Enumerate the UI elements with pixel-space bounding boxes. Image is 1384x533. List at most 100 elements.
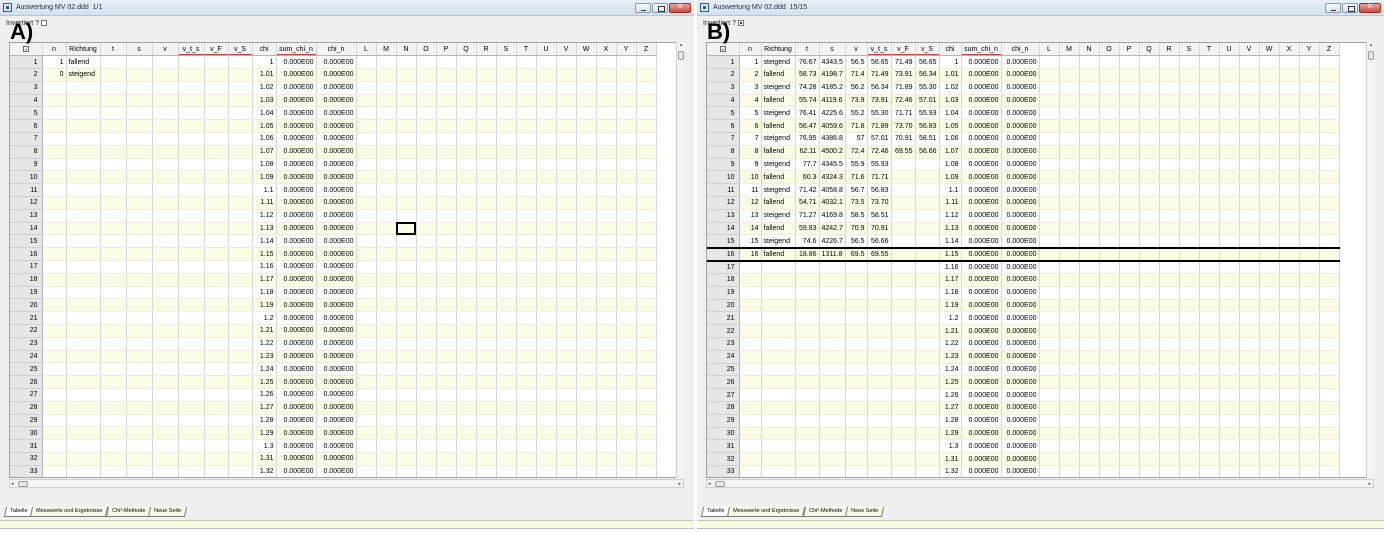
table-cell[interactable] [42,81,67,95]
table-cell[interactable] [1179,145,1200,159]
table-cell[interactable] [1099,299,1120,313]
table-cell[interactable] [596,311,617,326]
table-cell[interactable] [228,209,253,223]
table-cell[interactable] [739,273,762,287]
row-number[interactable]: 11 [707,183,740,198]
table-cell[interactable] [126,260,153,274]
table-cell[interactable] [536,132,557,146]
table-cell[interactable] [1159,158,1180,172]
table-cell[interactable]: 0.000E00 [316,106,357,121]
table-cell[interactable] [1099,222,1120,236]
table-cell[interactable] [1159,452,1180,466]
table-cell[interactable]: 0.000E00 [961,427,1002,441]
table-cell[interactable]: 4226.7 [819,234,846,249]
table-cell[interactable] [819,363,846,377]
table-cell[interactable]: 1.17 [939,273,962,287]
table-cell[interactable] [496,222,517,236]
table-cell[interactable] [516,209,537,223]
row-number[interactable]: 14 [707,222,740,236]
table-cell[interactable] [739,260,762,275]
table-cell[interactable] [739,299,762,313]
table-cell[interactable] [1199,311,1220,326]
table-cell[interactable] [596,81,617,95]
table-cell[interactable] [556,170,577,185]
table-cell[interactable] [1059,388,1080,403]
row-number[interactable]: 2 [707,68,740,82]
column-header-q[interactable]: Q [1139,43,1160,57]
table-cell[interactable] [456,183,477,198]
table-cell[interactable] [761,427,796,441]
table-cell[interactable]: 0.000E00 [1001,286,1040,300]
table-cell[interactable] [100,414,127,428]
table-cell[interactable] [819,324,846,339]
table-cell[interactable] [1279,106,1300,121]
table-cell[interactable] [1219,427,1240,441]
table-cell[interactable] [396,196,417,210]
table-cell[interactable] [1139,337,1160,351]
table-cell[interactable] [396,68,417,82]
table-cell[interactable] [1139,260,1160,275]
table-cell[interactable] [228,426,253,441]
table-cell[interactable] [436,222,457,236]
table-cell[interactable] [436,209,457,223]
table-cell[interactable] [536,337,557,351]
table-cell[interactable] [100,465,127,477]
table-cell[interactable] [1179,273,1200,287]
table-cell[interactable] [819,452,846,466]
table-cell[interactable] [416,158,437,172]
table-cell[interactable] [1139,183,1160,198]
table-cell[interactable] [1039,311,1060,326]
table-cell[interactable] [1059,273,1080,287]
table-cell[interactable]: 0.000E00 [1001,246,1040,262]
column-header-s[interactable]: s [819,43,846,57]
table-cell[interactable]: 0.000E00 [1001,196,1040,210]
scroll-thumb[interactable] [18,481,28,487]
row-number[interactable]: 19 [10,286,43,300]
table-cell[interactable]: 56.83 [915,119,940,134]
table-cell[interactable] [228,439,253,453]
row-number[interactable]: 17 [10,260,43,274]
table-cell[interactable] [152,55,179,70]
table-cell[interactable] [891,465,916,477]
table-cell[interactable] [126,273,153,287]
table-cell[interactable] [1259,55,1280,70]
table-cell[interactable] [1279,222,1300,236]
column-header-x[interactable]: X [596,43,617,57]
table-cell[interactable] [100,196,127,210]
table-cell[interactable] [1059,439,1080,454]
table-cell[interactable] [66,158,101,172]
table-cell[interactable] [204,286,229,300]
table-cell[interactable] [496,183,517,198]
column-header-y[interactable]: Y [1299,43,1320,57]
table-cell[interactable] [1059,119,1080,134]
table-cell[interactable]: 1.11 [939,196,962,210]
table-cell[interactable]: 1.16 [939,260,962,275]
table-cell[interactable] [126,145,153,159]
table-cell[interactable] [456,106,477,121]
table-cell[interactable] [178,337,205,351]
row-number[interactable]: 5 [707,106,740,121]
table-cell[interactable] [636,452,657,466]
table-cell[interactable]: 0.000E00 [1001,260,1040,275]
table-cell[interactable] [66,439,101,453]
table-cell[interactable] [204,170,229,185]
table-cell[interactable] [476,388,497,402]
table-cell[interactable] [915,170,940,185]
table-cell[interactable] [596,401,617,415]
table-cell[interactable] [228,132,253,146]
table-cell[interactable] [228,247,253,262]
table-cell[interactable] [636,388,657,402]
table-cell[interactable] [1039,388,1060,403]
table-cell[interactable] [1059,158,1080,172]
table-cell[interactable]: 55.93 [915,106,940,121]
table-cell[interactable] [556,119,577,134]
table-cell[interactable] [204,350,229,364]
table-cell[interactable]: 0.000E00 [316,119,357,134]
table-cell[interactable]: 73.91 [891,68,916,82]
table-cell[interactable] [1199,427,1220,441]
table-cell[interactable] [152,94,179,108]
table-cell[interactable] [1059,94,1080,108]
table-cell[interactable] [536,158,557,172]
table-cell[interactable] [1079,401,1100,415]
table-cell[interactable]: 1311.8 [819,246,846,262]
